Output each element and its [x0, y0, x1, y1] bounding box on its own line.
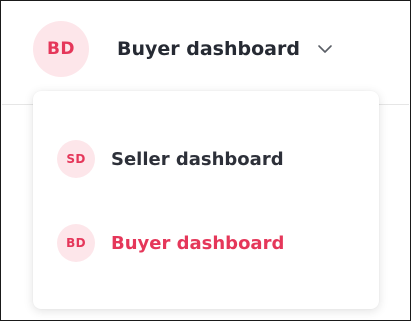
menu-item-buyer-dashboard[interactable]: BD Buyer dashboard	[57, 223, 284, 263]
buyer-dashboard-label: Buyer dashboard	[111, 232, 285, 254]
chevron-down-icon[interactable]	[314, 38, 336, 60]
menu-item-seller-dashboard[interactable]: SD Seller dashboard	[57, 139, 284, 179]
window-frame: BD Buyer dashboard SD Seller dashboard B…	[0, 0, 411, 321]
seller-dashboard-label: Seller dashboard	[111, 148, 284, 170]
chevron-down-icon-svg	[318, 45, 332, 53]
dashboard-switcher-button[interactable]: BD Buyer dashboard	[33, 21, 336, 77]
buyer-dashboard-avatar: BD	[57, 224, 95, 262]
current-dashboard-label: Buyer dashboard	[117, 38, 300, 60]
dashboard-dropdown-menu: SD Seller dashboard BD Buyer dashboard	[33, 91, 379, 309]
current-dashboard-avatar: BD	[33, 21, 89, 77]
seller-dashboard-avatar: SD	[57, 140, 95, 178]
